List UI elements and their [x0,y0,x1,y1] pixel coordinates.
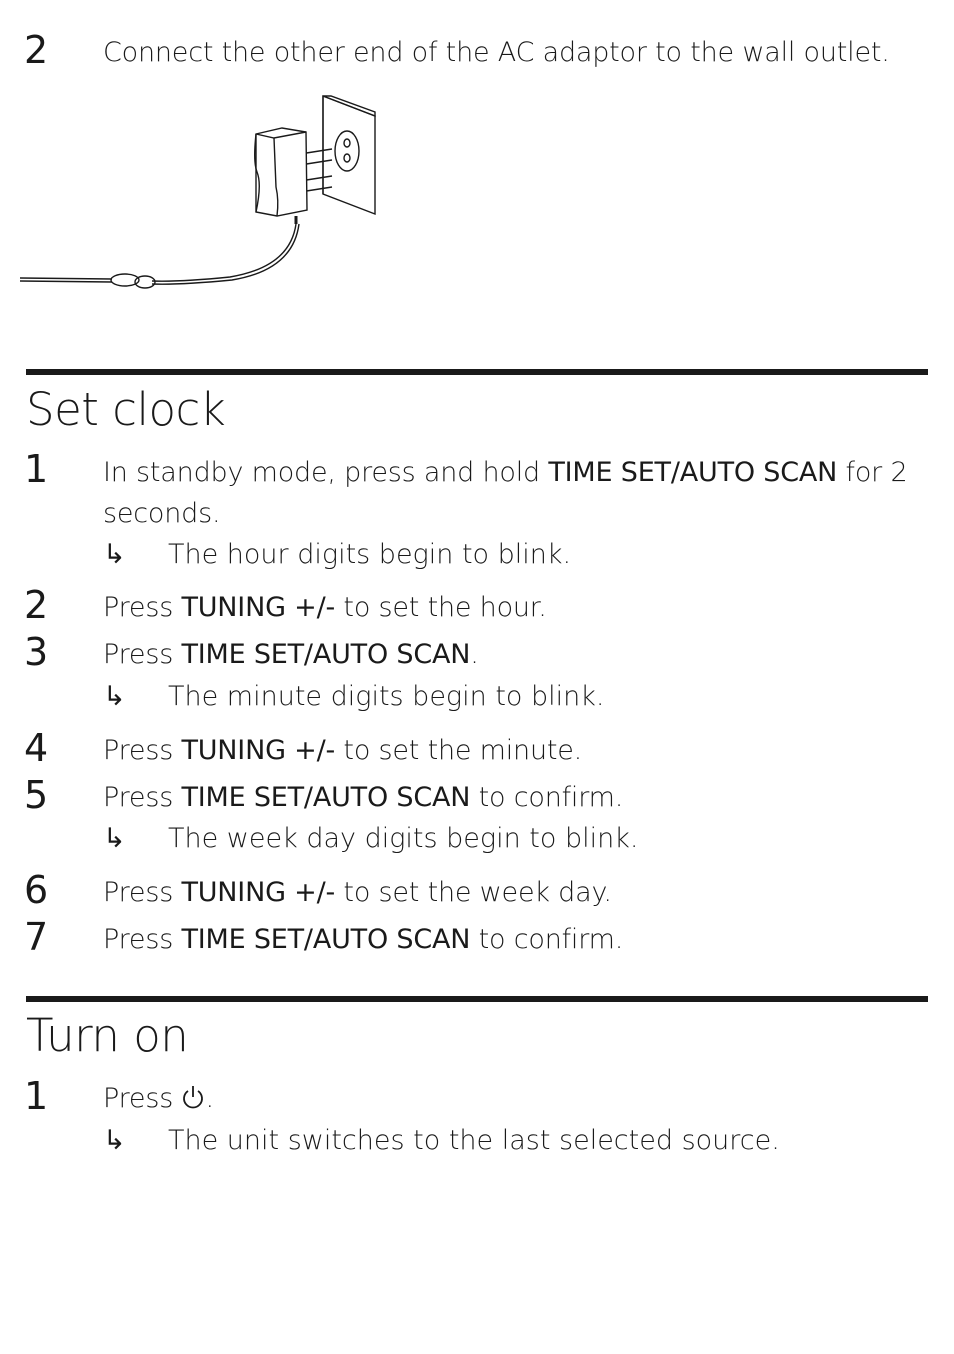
step-number: 2 [24,583,49,627]
step-number: 7 [24,915,49,959]
step-number: 3 [24,630,49,674]
button-label: TUNING +/- [181,735,336,766]
text-segment: to set the minute. [335,735,583,766]
text-segment: Press [103,1083,182,1114]
section-heading-turn-on: Turn on [26,1009,189,1062]
section-divider [26,369,928,375]
button-label: TUNING +/- [181,592,336,623]
result-arrow-icon: ↳ [103,681,126,712]
step-number: 6 [24,868,49,912]
result-text: The minute digits begin to blink. [168,681,605,712]
text-segment: Press [103,735,182,766]
button-label: TIME SET/AUTO SCAN [181,639,471,670]
step-text: Press TUNING +/- to set the minute. [103,730,914,771]
result-text: The hour digits begin to blink. [168,539,572,570]
button-label: TIME SET/AUTO SCAN [548,457,838,488]
result-arrow-icon: ↳ [103,539,126,570]
step-number: 2 [24,28,49,72]
step-number: 1 [24,447,49,491]
text-segment: Press [103,877,182,908]
result-arrow-icon: ↳ [103,1125,126,1156]
text-segment: Press [103,924,182,955]
text-segment: to confirm. [470,924,624,955]
result-text: The unit switches to the last selected s… [168,1125,780,1156]
step-text: Press TIME SET/AUTO SCAN to confirm. [103,777,914,818]
text-segment: In standby mode, press and hold [103,457,549,488]
step-text: Press TIME SET/AUTO SCAN. [103,634,914,675]
section-heading-set-clock: Set clock [26,383,226,436]
step-text: Press . [103,1078,914,1119]
step-number: 1 [24,1074,49,1118]
button-label: TIME SET/AUTO SCAN [181,782,471,813]
result-arrow-icon: ↳ [103,823,126,854]
result-text: The week day digits begin to blink. [168,823,639,854]
step-number: 4 [24,726,49,770]
step-text: Press TIME SET/AUTO SCAN to confirm. [103,919,914,960]
text-segment: . [470,639,479,670]
button-label: TUNING +/- [181,877,336,908]
text-segment: Press [103,782,182,813]
step-text: Press TUNING +/- to set the week day. [103,872,914,913]
text-segment: to set the hour. [335,592,547,623]
button-label: TIME SET/AUTO SCAN [181,924,471,955]
text-segment: . [205,1083,214,1114]
text-segment: to confirm. [470,782,624,813]
step-text: In standby mode, press and hold TIME SET… [103,452,918,534]
step-text: Press TUNING +/- to set the hour. [103,587,914,628]
power-icon [183,1086,204,1109]
step-number: 5 [24,773,49,817]
text-segment: Press [103,592,182,623]
ac-adaptor-wall-outlet-illustration [20,94,376,289]
text-segment: Press [103,639,182,670]
text-segment: to set the week day. [335,877,612,908]
step-text: Connect the other end of the AC adaptor … [103,37,890,68]
section-divider [26,996,928,1002]
